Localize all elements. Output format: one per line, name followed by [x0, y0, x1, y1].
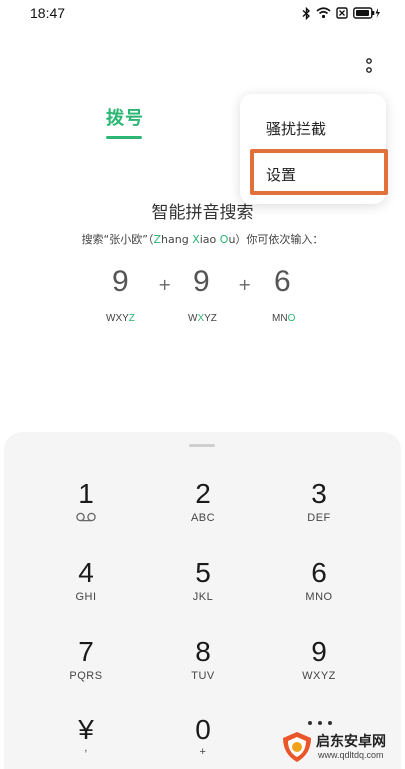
key-letters: WXYZ: [302, 670, 336, 682]
more-options-button[interactable]: [358, 54, 380, 78]
hint-z-highlight: Z: [153, 233, 162, 246]
example-plus: +: [158, 275, 172, 294]
hint-desc-prefix: 搜索“张小欧”（: [81, 233, 154, 246]
key-digit: 1: [78, 478, 94, 509]
watermark-text: 启东安卓网: [316, 734, 386, 750]
battery-icon: [353, 7, 380, 19]
key-letters: +: [199, 746, 207, 758]
key-digit: 6: [311, 557, 327, 588]
more-vertical-icon: [366, 58, 372, 73]
wifi-icon: [316, 7, 331, 19]
key-letters: JKL: [192, 591, 214, 603]
watermark-url: www.qdltdq.com: [318, 750, 384, 760]
tab-dial-label: 拨号: [106, 108, 144, 129]
key-star[interactable]: ¥ ,: [31, 714, 141, 769]
key-letters: ,: [84, 742, 88, 754]
key-7[interactable]: 7 PQRS: [31, 636, 141, 706]
tab-indicator: [106, 136, 142, 139]
hint-x-rest: iao: [199, 233, 220, 246]
status-time: 18:47: [30, 5, 66, 21]
watermark-shield-icon: [283, 732, 311, 762]
key-0[interactable]: 0 +: [148, 714, 258, 769]
menu-item-spam-block[interactable]: 骚扰拦截: [266, 118, 326, 139]
voicemail-icon: [31, 512, 141, 522]
key-letters: ABC: [190, 512, 216, 524]
key-digit: 0: [195, 714, 211, 745]
key-2[interactable]: 2 ABC: [148, 478, 258, 548]
key-digit: 2: [195, 478, 211, 509]
key-letters: DEF: [307, 512, 331, 524]
example-digit: 9: [193, 265, 210, 298]
key-digit: 8: [195, 636, 211, 667]
hint-desc-suffix: ）你可依次输入：: [235, 233, 324, 246]
bluetooth-icon: [302, 6, 311, 20]
key-digit: 7: [78, 636, 94, 667]
key-letters: MNO: [305, 591, 333, 603]
keypad-handle[interactable]: [189, 444, 215, 447]
status-icons: [302, 6, 381, 20]
key-6[interactable]: 6 MNO: [264, 557, 374, 627]
key-letters: TUV: [191, 670, 215, 682]
hint-x-highlight: X: [192, 233, 200, 246]
example-digit: 9: [112, 265, 129, 298]
key-digit: 4: [78, 557, 94, 588]
key-9[interactable]: 9 WXYZ: [264, 636, 374, 706]
key-8[interactable]: 8 TUV: [148, 636, 258, 706]
pinyin-example: 9 + 9 + 6 WXYZ WXYZ MNO: [0, 265, 405, 335]
key-4[interactable]: 4 GHI: [31, 557, 141, 627]
key-3[interactable]: 3 DEF: [264, 478, 374, 548]
key-digit: 5: [195, 557, 211, 588]
hash-dots-icon: [308, 721, 332, 725]
hint-z-rest: hang: [161, 233, 193, 246]
key-digit: 3: [311, 478, 327, 509]
hint-description: 搜索“张小欧”（Zhang Xiao Ou）你可依次输入：: [0, 231, 405, 247]
key-digit: 9: [311, 636, 327, 667]
key-letters: GHI: [75, 591, 97, 603]
key-letters: PQRS: [69, 670, 103, 682]
key-1[interactable]: 1: [31, 478, 141, 548]
example-digit: 6: [274, 265, 291, 298]
status-bar: 18:47: [0, 0, 405, 28]
sim-disabled-icon: [336, 7, 348, 19]
settings-highlight-box: [250, 149, 388, 195]
example-plus: +: [238, 275, 252, 294]
example-letters: MNO: [272, 313, 296, 324]
example-letters: WXYZ: [106, 313, 135, 324]
key-5[interactable]: 5 JKL: [148, 557, 258, 627]
example-letters: WXYZ: [188, 313, 217, 324]
tab-dial[interactable]: 拨号: [105, 104, 145, 130]
watermark-logo: 启东安卓网 www.qdltdq.com: [278, 728, 402, 766]
